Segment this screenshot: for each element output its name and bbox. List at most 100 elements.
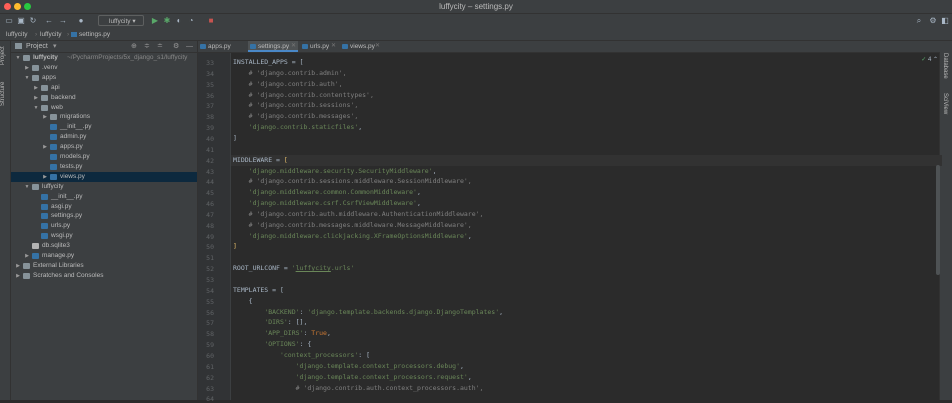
chevron-right-icon[interactable]: ▶ — [33, 83, 39, 93]
project-tool-tab[interactable]: Project — [0, 43, 10, 69]
tree-item[interactable]: ▶ .venv — [11, 63, 197, 73]
tree-item[interactable]: __init__.py — [11, 122, 197, 132]
tree-item[interactable]: admin.py — [11, 132, 197, 142]
chevron-right-icon[interactable]: ▶ — [15, 261, 21, 271]
chevron-down-icon[interactable]: ▼ — [24, 73, 30, 83]
structure-tool-tab[interactable]: Structure — [0, 79, 10, 109]
tree-item[interactable]: urls.py — [11, 221, 197, 231]
chevron-right-icon[interactable]: ▶ — [24, 251, 30, 261]
vertical-scrollbar[interactable] — [936, 165, 940, 275]
locate-icon[interactable]: ⊕ — [131, 41, 137, 52]
gear-icon[interactable]: ⚙ — [928, 16, 938, 26]
code-line[interactable]: 'django.template.context_processors.debu… — [233, 361, 464, 372]
chevron-down-icon[interactable]: ▾ — [53, 41, 57, 52]
tree-item[interactable]: ▼ luffycity ~/PycharmProjects/5x_django_s1… — [11, 53, 197, 63]
code-line[interactable]: # 'django.contrib.auth.middleware.Authen… — [233, 209, 484, 220]
code-line[interactable]: 'BACKEND': 'django.template.backends.dja… — [233, 307, 503, 318]
run-icon[interactable]: ▶ — [150, 16, 160, 26]
tree-item[interactable]: ▶ views.py — [11, 171, 197, 182]
code-line[interactable]: 'django.middleware.csrf.CsrfViewMiddlewa… — [233, 198, 421, 209]
search-icon[interactable]: ⌕ — [914, 16, 924, 26]
chevron-right-icon[interactable]: ▶ — [24, 63, 30, 73]
tree-item[interactable]: ▶ migrations — [11, 112, 197, 122]
chevron-right-icon[interactable]: ▶ — [42, 142, 48, 152]
profile-icon[interactable]: ◔ — [186, 16, 196, 26]
collapse-all-icon[interactable]: ≐ — [157, 41, 163, 52]
code-line[interactable]: # 'django.contrib.admin', — [233, 68, 347, 79]
code-line[interactable]: 'django.template.context_processors.requ… — [233, 372, 472, 383]
tree-item[interactable]: wsgi.py — [11, 231, 197, 241]
code-line[interactable]: # 'django.contrib.messages', — [233, 111, 359, 122]
hide-icon[interactable]: — — [186, 41, 193, 52]
tree-item[interactable]: ▼ web — [11, 103, 197, 113]
project-panel-title[interactable]: Project — [26, 41, 48, 52]
code-line[interactable]: 'DIRS': [], — [233, 317, 307, 328]
tree-item[interactable]: db.sqlite3 — [11, 241, 197, 251]
close-icon[interactable]: ✕ — [375, 41, 380, 52]
chevron-right-icon[interactable]: ▶ — [15, 271, 21, 281]
code-line[interactable]: # 'django.contrib.messages.middleware.Me… — [233, 220, 472, 231]
chevron-right-icon[interactable]: ▶ — [42, 112, 48, 122]
close-icon[interactable]: ✕ — [291, 41, 296, 52]
tree-item[interactable]: ▼ apps — [11, 73, 197, 83]
inspection-widget[interactable]: ✓ 4 ⌃ — [921, 56, 938, 63]
chevron-right-icon[interactable]: ▶ — [42, 172, 48, 182]
code-line[interactable]: # 'django.contrib.auth.context_processor… — [233, 383, 484, 394]
stop-icon[interactable]: ■ — [206, 16, 216, 26]
tree-item[interactable]: tests.py — [11, 162, 197, 172]
tree-item[interactable]: ▼ luffycity — [11, 182, 197, 192]
close-icon[interactable]: ✕ — [331, 41, 336, 52]
tab-settings-py[interactable]: settings.py ✕ — [248, 41, 298, 52]
database-tool-tab[interactable]: Database — [942, 53, 948, 79]
code-line[interactable]: MIDDLEWARE = [ — [231, 154, 942, 166]
save-icon[interactable]: ▣ — [16, 16, 26, 26]
back-arrow-icon[interactable]: ← — [44, 16, 54, 26]
code-line[interactable]: ] — [233, 133, 237, 144]
breadcrumb-package[interactable]: luffycity — [40, 29, 62, 40]
breadcrumb-root[interactable]: luffycity — [6, 29, 28, 40]
open-folder-icon[interactable]: ▭ — [4, 16, 14, 26]
sciview-tool-tab[interactable]: SciView — [942, 93, 948, 114]
tree-item[interactable]: models.py — [11, 152, 197, 162]
code-line[interactable]: 'APP_DIRS': True, — [233, 328, 331, 339]
forward-arrow-icon[interactable]: → — [58, 16, 68, 26]
code-line[interactable]: 'django.contrib.staticfiles', — [233, 122, 363, 133]
tree-item[interactable]: ▶ External Libraries — [11, 261, 197, 271]
tree-item[interactable]: ▶ manage.py — [11, 251, 197, 261]
tree-item[interactable]: ▶ api — [11, 83, 197, 93]
chevron-down-icon[interactable]: ▼ — [33, 103, 39, 113]
code-line[interactable]: 'django.middleware.security.SecurityMidd… — [233, 166, 437, 177]
code-line[interactable]: { — [233, 296, 253, 307]
code-line[interactable]: # 'django.contrib.auth', — [233, 79, 343, 90]
run-config-select[interactable]: luffycity ▾ — [98, 15, 144, 26]
code-line[interactable]: # 'django.contrib.sessions.middleware.Se… — [233, 176, 472, 187]
user-icon[interactable]: ● — [76, 16, 86, 26]
tree-item[interactable]: asgi.py — [11, 202, 197, 212]
code-line[interactable]: ] — [233, 241, 237, 252]
chevron-right-icon[interactable]: ▶ — [33, 93, 39, 103]
expand-all-icon[interactable]: ≑ — [144, 41, 150, 52]
code-line[interactable]: # 'django.contrib.contenttypes', — [233, 90, 374, 101]
tree-item[interactable]: ▶ apps.py — [11, 142, 197, 152]
breadcrumb-file[interactable]: settings.py — [79, 29, 110, 40]
code-line[interactable]: ROOT_URLCONF = 'luffycity.urls' — [233, 263, 354, 274]
tree-item[interactable]: ▶ backend — [11, 93, 197, 103]
gear-icon[interactable]: ⚙ — [173, 41, 179, 52]
sync-icon[interactable]: ↻ — [28, 16, 38, 26]
tree-item[interactable]: ▶ Scratches and Consoles — [11, 271, 197, 281]
tab-views-py[interactable]: views.py ✕ — [340, 41, 382, 52]
coverage-icon[interactable]: ◐ — [174, 16, 184, 26]
code-line[interactable]: INSTALLED_APPS = [ — [233, 57, 303, 68]
debug-icon[interactable]: ✱ — [162, 16, 172, 26]
tree-item[interactable]: __init__.py — [11, 192, 197, 202]
code-line[interactable]: 'django.middleware.common.CommonMiddlewa… — [233, 187, 421, 198]
chevron-down-icon[interactable]: ▼ — [24, 182, 30, 192]
tab-urls-py[interactable]: urls.py ✕ — [300, 41, 338, 52]
chevron-down-icon[interactable]: ▼ — [15, 53, 21, 63]
code-line[interactable]: 'OPTIONS': { — [233, 339, 311, 350]
code-line[interactable]: 'django.middleware.clickjacking.XFrameOp… — [233, 231, 472, 242]
code-editor[interactable]: INSTALLED_APPS = [ # 'django.contrib.adm… — [231, 53, 942, 400]
ide-icon[interactable]: ◧ — [940, 16, 950, 26]
code-line[interactable]: TEMPLATES = [ — [233, 285, 284, 296]
tree-item[interactable]: settings.py — [11, 211, 197, 221]
